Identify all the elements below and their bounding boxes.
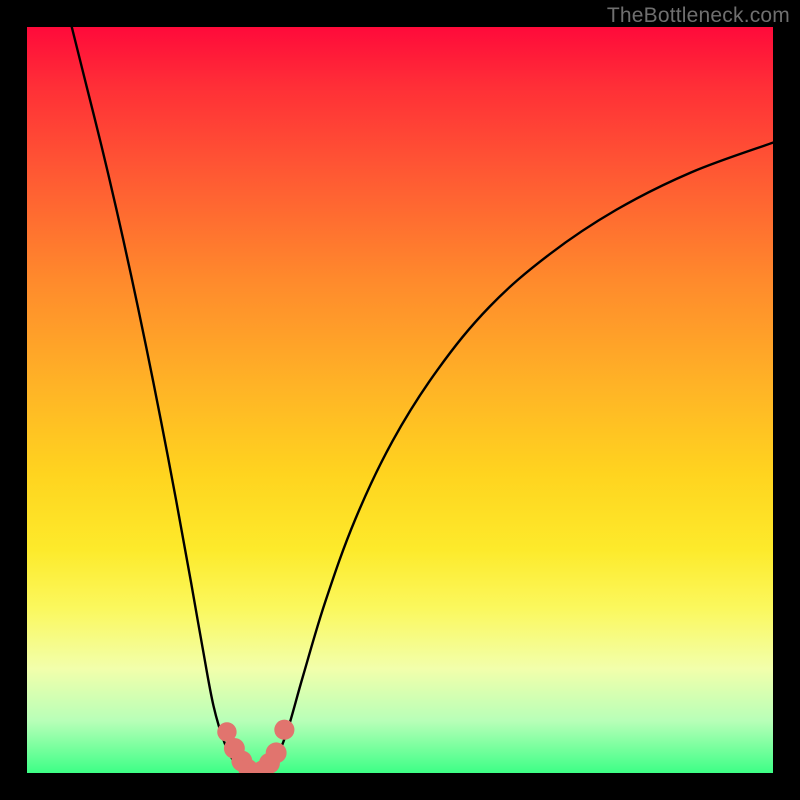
chart-frame: TheBottleneck.com [0, 0, 800, 800]
marker-dot [266, 742, 287, 763]
plot-area [27, 27, 773, 773]
marker-cluster [217, 720, 294, 773]
marker-dot [274, 720, 294, 740]
watermark-text: TheBottleneck.com [607, 4, 790, 28]
curve-path [72, 27, 773, 773]
curve-layer [27, 27, 773, 773]
bottleneck-curve [72, 27, 773, 773]
